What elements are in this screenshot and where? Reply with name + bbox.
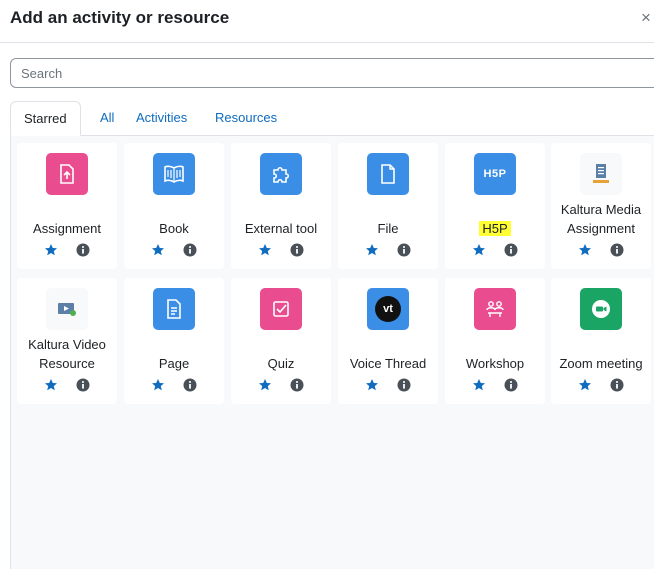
kaltura-video-icon [46, 288, 88, 330]
card-workshop[interactable]: Workshop [445, 278, 545, 404]
card-actions [445, 378, 545, 394]
card-actions [231, 243, 331, 259]
info-icon[interactable] [290, 243, 304, 257]
card-actions [124, 378, 224, 394]
voicethread-icon-text: vt [383, 303, 393, 315]
card-actions [17, 243, 117, 259]
info-icon[interactable] [183, 243, 197, 257]
search-box [10, 58, 654, 88]
card-label: Book [159, 221, 189, 236]
card-label-line1: Kaltura Video [28, 337, 106, 352]
card-label: Quiz [267, 356, 295, 371]
card-zoom-meeting[interactable]: Zoom meeting [551, 278, 651, 404]
card-actions [551, 378, 651, 394]
card-label: Voice Thread [349, 356, 427, 371]
card-external-tool[interactable]: External tool [231, 143, 331, 269]
card-label: Assignment [33, 221, 101, 236]
info-icon[interactable] [397, 378, 411, 392]
card-actions [124, 243, 224, 259]
book-icon [153, 153, 195, 195]
info-icon[interactable] [610, 243, 624, 257]
star-icon[interactable] [44, 378, 58, 392]
star-icon[interactable] [365, 243, 379, 257]
card-actions [338, 243, 438, 259]
card-actions [551, 243, 651, 259]
star-icon[interactable] [472, 378, 486, 392]
tab-starred[interactable]: Starred [10, 101, 81, 136]
card-label-line1: Kaltura Media [560, 202, 642, 217]
info-icon[interactable] [504, 378, 518, 392]
tab-bar: Starred All Activities Resources [10, 101, 654, 136]
card-book[interactable]: Book [124, 143, 224, 269]
card-label-line2: Assignment [567, 221, 635, 236]
card-page[interactable]: Page [124, 278, 224, 404]
card-kaltura-video-resource[interactable]: Kaltura Video Resource [17, 278, 117, 404]
star-icon[interactable] [578, 243, 592, 257]
tab-activities[interactable]: Activities [123, 101, 200, 136]
card-assignment[interactable]: Assignment [17, 143, 117, 269]
star-icon[interactable] [578, 378, 592, 392]
search-input[interactable] [11, 59, 654, 87]
star-icon[interactable] [365, 378, 379, 392]
card-label-line2: Resource [39, 356, 95, 371]
voicethread-icon: vt [367, 288, 409, 330]
star-icon[interactable] [151, 243, 165, 257]
workshop-icon [474, 288, 516, 330]
card-actions [338, 378, 438, 394]
modal-title: Add an activity or resource [10, 8, 230, 27]
card-actions [445, 243, 545, 259]
star-icon[interactable] [258, 243, 272, 257]
card-label: Workshop [465, 356, 525, 371]
star-icon[interactable] [472, 243, 486, 257]
zoom-icon [580, 288, 622, 330]
star-icon[interactable] [44, 243, 58, 257]
kaltura-assignment-icon [580, 153, 622, 195]
h5p-icon-text: H5P [483, 168, 507, 180]
tab-resources[interactable]: Resources [202, 101, 290, 136]
file-icon [367, 153, 409, 195]
card-quiz[interactable]: Quiz [231, 278, 331, 404]
card-voice-thread[interactable]: vt Voice Thread [338, 278, 438, 404]
card-label-highlighted: H5P [479, 221, 511, 236]
card-file[interactable]: File [338, 143, 438, 269]
card-h5p[interactable]: H5P H5P [445, 143, 545, 269]
modal-header: Add an activity or resource × [0, 0, 654, 43]
info-icon[interactable] [290, 378, 304, 392]
info-icon[interactable] [504, 243, 518, 257]
star-icon[interactable] [258, 378, 272, 392]
puzzle-icon [260, 153, 302, 195]
info-icon[interactable] [610, 378, 624, 392]
card-label: Zoom meeting [559, 356, 643, 371]
close-button[interactable]: × [641, 8, 651, 28]
h5p-icon: H5P [474, 153, 516, 195]
card-label: File [377, 221, 399, 236]
star-icon[interactable] [151, 378, 165, 392]
info-icon[interactable] [76, 378, 90, 392]
info-icon[interactable] [397, 243, 411, 257]
tab-all[interactable]: All [87, 101, 127, 136]
page-icon [153, 288, 195, 330]
card-actions [231, 378, 331, 394]
card-kaltura-media-assignment[interactable]: Kaltura Media Assignment [551, 143, 651, 269]
info-icon[interactable] [183, 378, 197, 392]
info-icon[interactable] [76, 243, 90, 257]
card-actions [17, 378, 117, 394]
assignment-icon [46, 153, 88, 195]
card-label: External tool [244, 221, 318, 236]
card-label: Page [158, 356, 190, 371]
card-label: H5P [445, 219, 545, 238]
quiz-icon [260, 288, 302, 330]
